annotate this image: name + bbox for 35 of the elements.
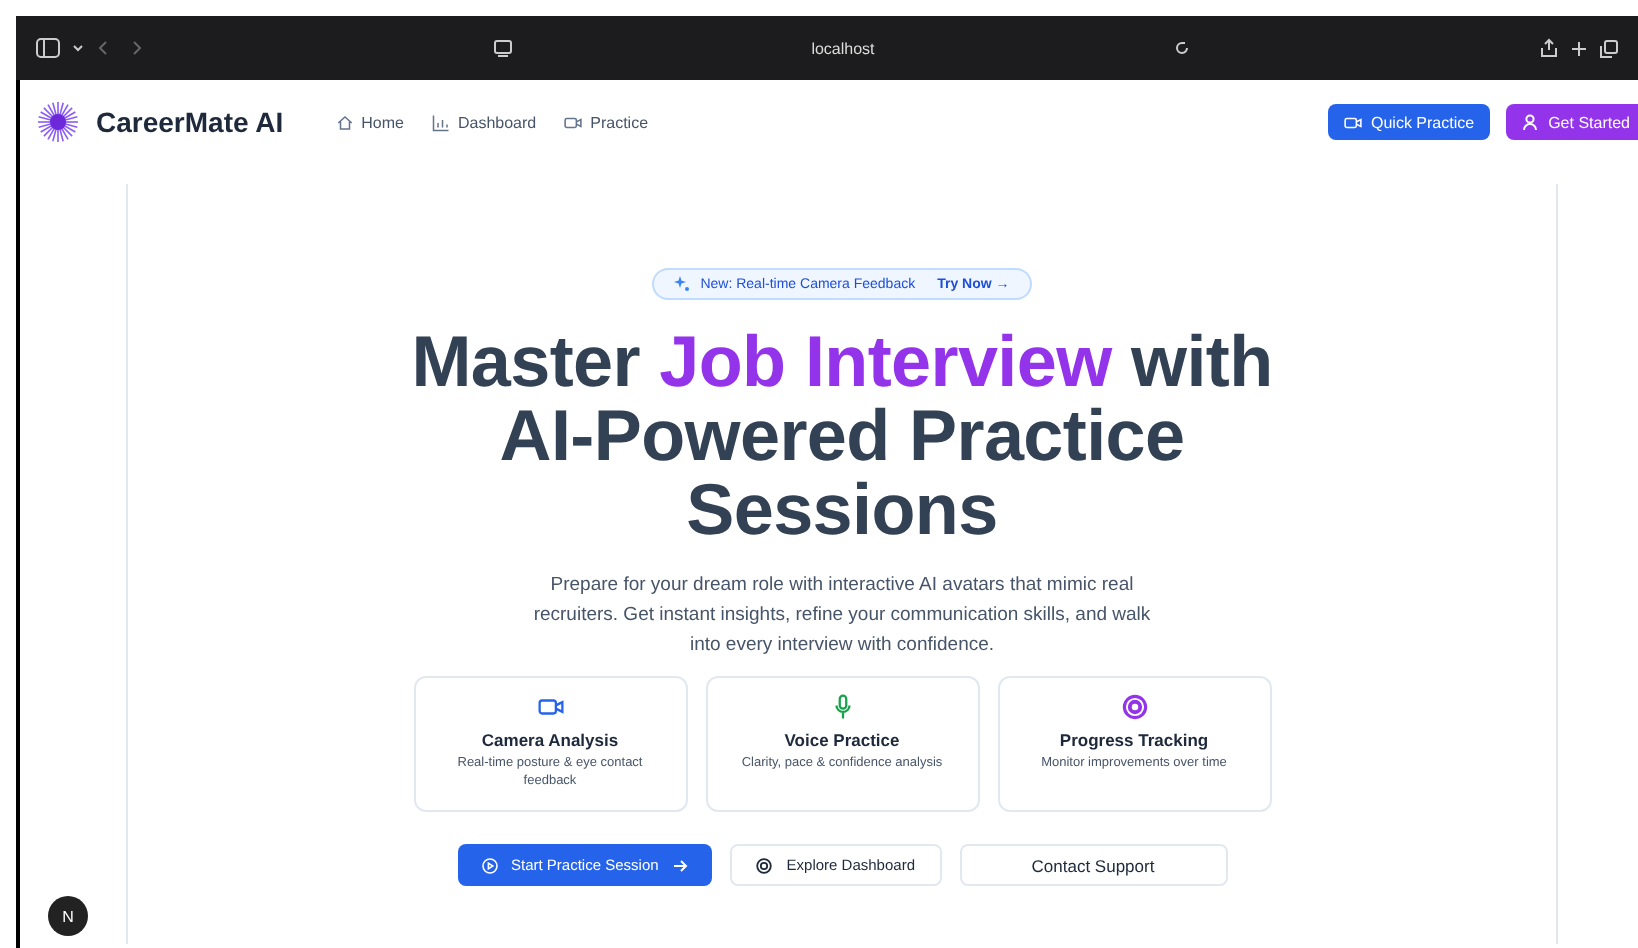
video-camera-icon [1343,113,1361,131]
reader-icon[interactable] [493,39,512,57]
nav-link[interactable]: Dashboard [431,113,537,131]
tabs-icon[interactable] [1600,39,1618,57]
play-icon [481,857,497,873]
chevron-down-icon[interactable] [72,42,84,54]
video-camera-icon [564,113,583,131]
plus-icon[interactable] [1570,39,1588,57]
home-icon [335,113,354,131]
intro-paragraph: Prepare for your dream role with interactive AI avatars that mimic real recruiters. Get instant insights, refine your communication skills, and walk into every interview with confidence. [531,572,1153,660]
quick-practice-button[interactable]: Quick Practice [1327,104,1491,140]
feature-title: Voice Practice [784,730,900,750]
logo-icon [36,100,80,144]
feature-title: Camera Analysis [481,730,619,750]
brand-name: CareerMate AI [96,106,284,138]
sidebar-icon[interactable] [36,38,60,58]
target-icon [756,857,773,873]
user-icon [1522,114,1539,130]
target-icon [1121,694,1147,720]
share-icon[interactable] [1540,38,1558,58]
contact-support-button[interactable]: Contact Support [959,844,1227,886]
nav-link[interactable]: Practice [564,113,649,131]
reload-icon[interactable] [1174,40,1191,56]
sparkle-icon [674,276,691,292]
hero-heading: Master Job Interview with AI-Powered Practice Sessions [409,324,1275,546]
dev-tools-badge[interactable]: N [48,896,88,936]
get-started-button[interactable]: Get Started [1506,104,1638,140]
nav-link[interactable]: Home [335,113,404,131]
address-field[interactable]: localhost [811,39,875,57]
arrow-right-icon [672,857,689,873]
feature-title: Progress Tracking [1059,730,1209,750]
chart-icon [431,113,450,131]
microphone-icon [829,694,855,720]
back-forward-icon[interactable] [96,40,144,56]
video-camera-icon [537,694,563,720]
